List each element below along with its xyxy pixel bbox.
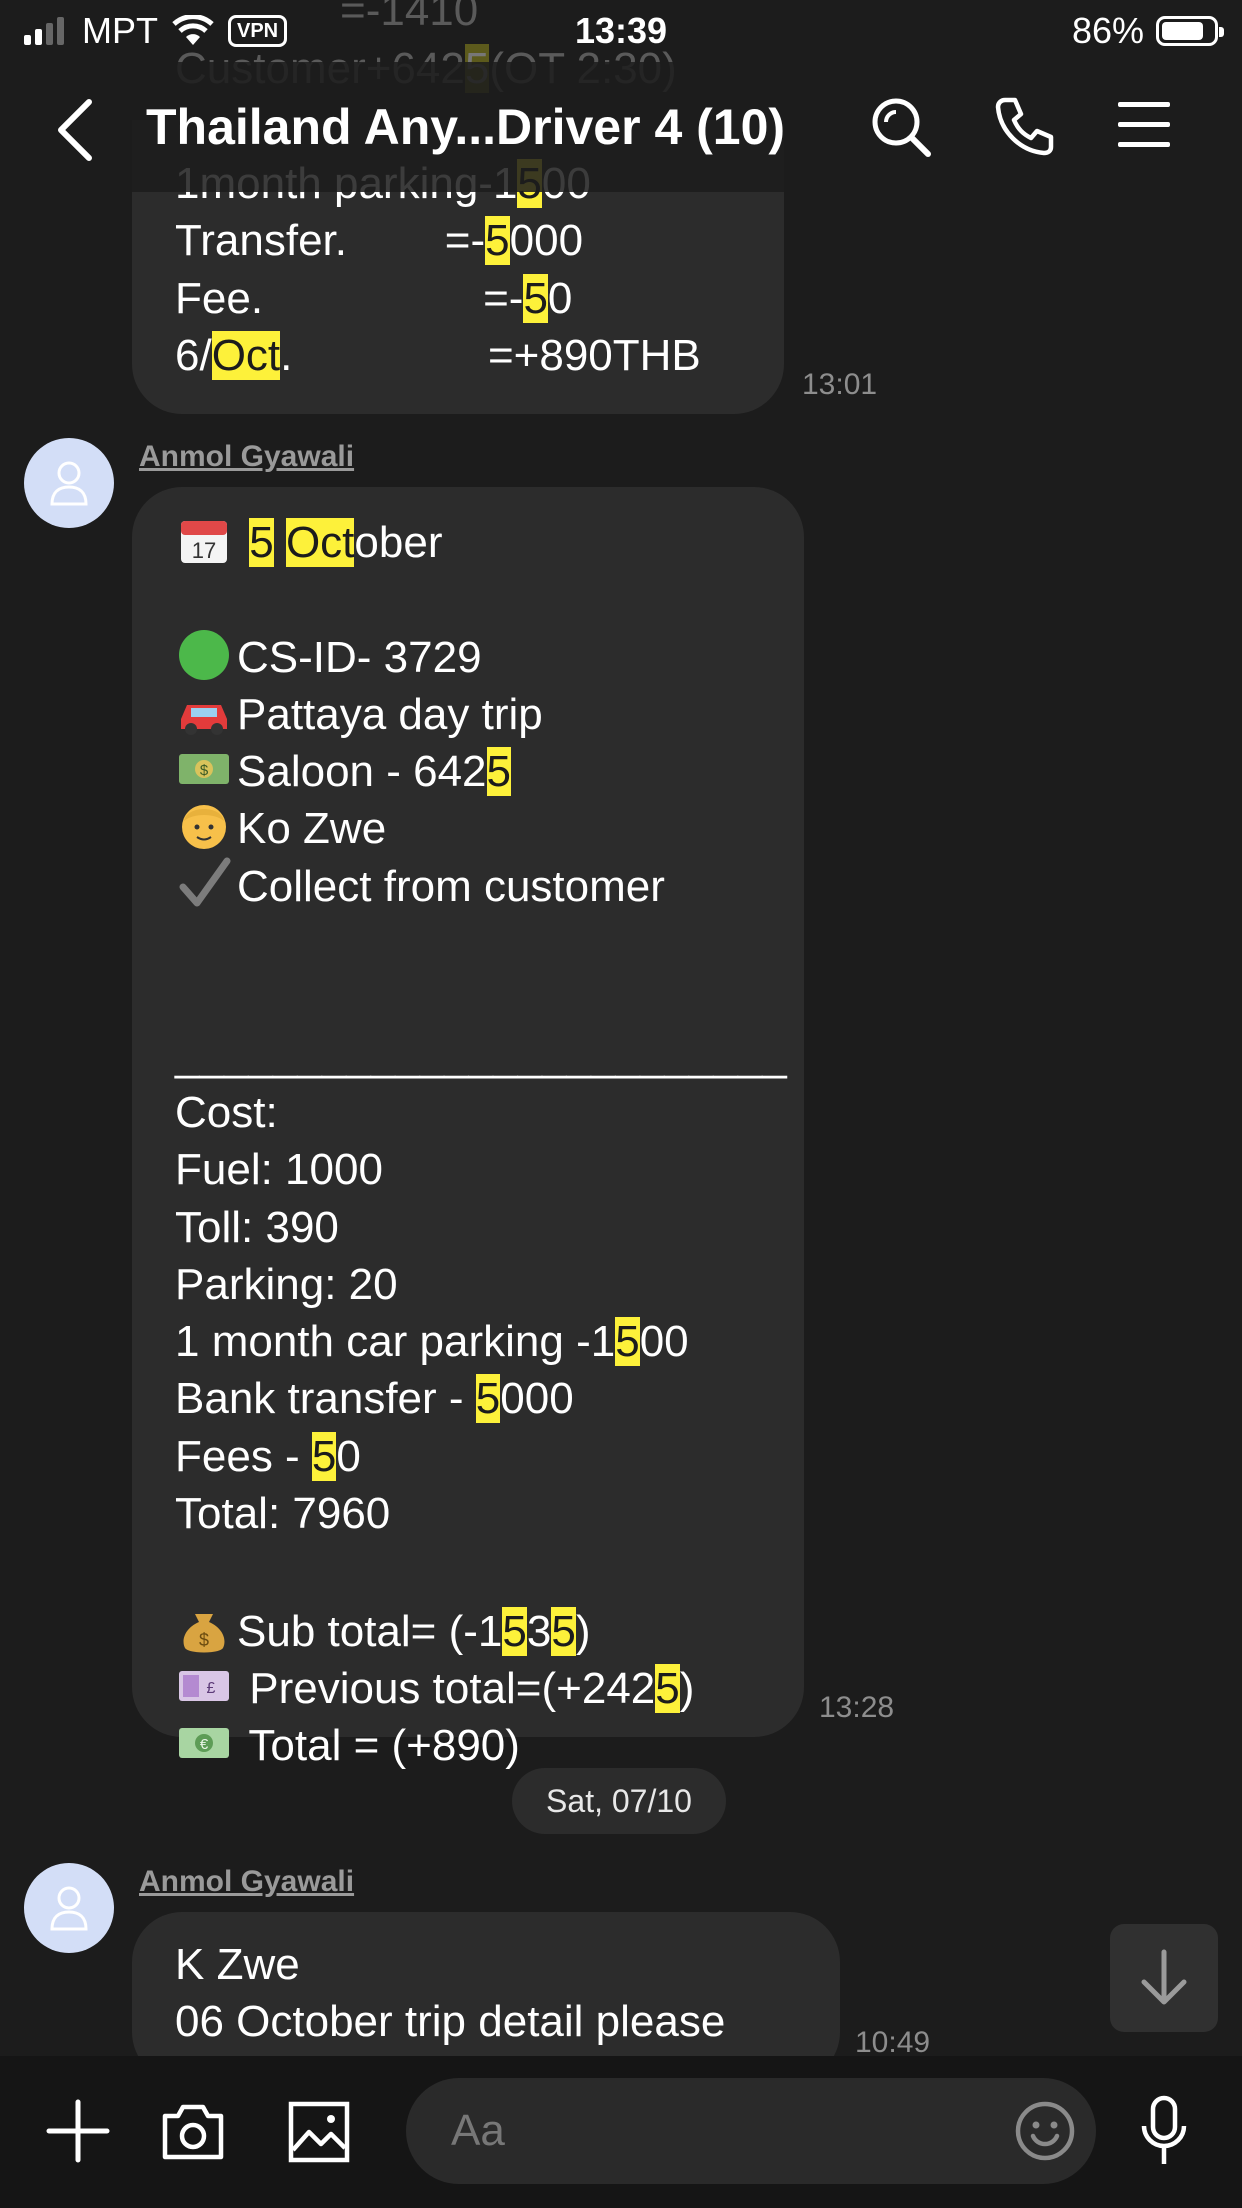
message-line (175, 568, 804, 625)
message-line (175, 1542, 804, 1599)
battery-percent: 86% (1071, 10, 1144, 51)
message-line (175, 969, 804, 1026)
person-icon (50, 461, 88, 506)
svg-text:€: € (200, 1736, 209, 1753)
pound-note-icon: £ (179, 1670, 229, 1701)
message-timestamp: 10:49 (855, 2026, 931, 2059)
message-bubble[interactable]: 17 5 October CS-ID- 3729 Pattaya day trip $… (132, 487, 804, 1770)
chat-title[interactable]: Thailand Any...Driver 4 (10) (146, 98, 785, 156)
svg-text:17: 17 (192, 538, 216, 563)
message-line: Collect from customer (175, 855, 804, 912)
message-timestamp: 13:28 (819, 1691, 895, 1724)
battery-icon (1156, 16, 1224, 46)
message-line: 06 October trip detail please (175, 1997, 726, 2047)
message-line: Fuel: 1000 (175, 1145, 383, 1195)
message-text: K Zwe 06 October trip detail please (175, 1936, 840, 2051)
search-highlight: 5 (551, 1606, 576, 1656)
composer-bar: Aa (0, 2056, 1242, 2208)
money-icon: $ (179, 754, 229, 785)
message-line: Parking: 20 (175, 1259, 398, 1309)
chat-header: Thailand Any...Driver 4 (10) (0, 62, 1242, 192)
message-line: Pattaya day trip (175, 683, 804, 740)
message-line: K Zwe (175, 1940, 300, 1989)
search-highlight: Oct (211, 330, 281, 380)
car-icon (181, 704, 227, 735)
status-time: 13:39 (574, 10, 668, 51)
emoji-icon[interactable] (1014, 2100, 1076, 2162)
search-highlight: 5 (486, 747, 512, 797)
scroll-to-bottom-button[interactable] (1110, 1924, 1218, 2032)
back-chevron-icon[interactable] (55, 98, 95, 162)
search-highlight: 5 (615, 1317, 640, 1367)
message-line: £ Previous total=(+2425) (175, 1657, 804, 1714)
search-highlight: 5 (311, 1431, 337, 1481)
search-highlight: 5 (249, 518, 274, 567)
message-line: Cost: (175, 1087, 278, 1137)
message-line: Fees - 50 (175, 1431, 361, 1481)
message-line: _________________________ (175, 1030, 787, 1080)
search-highlight: 5 (523, 273, 548, 323)
message-input[interactable]: Aa (406, 2078, 1096, 2184)
camera-icon[interactable] (160, 2102, 226, 2162)
search-icon[interactable] (870, 96, 934, 160)
message-line: Toll: 390 (175, 1202, 339, 1252)
money-bag-icon: $ (183, 1613, 225, 1653)
menu-icon[interactable] (1118, 102, 1170, 148)
search-highlight: 5 (655, 1663, 680, 1713)
message-line: $ Saloon - 6425 (175, 740, 804, 797)
microphone-icon[interactable] (1140, 2094, 1188, 2170)
message-line: Transfer. =-5000 (175, 216, 584, 266)
avatar[interactable] (24, 1863, 114, 1953)
message-input-placeholder: Aa (451, 2106, 505, 2155)
message-text: 17 5 October CS-ID- 3729 Pattaya day trip $… (175, 511, 804, 1772)
search-highlight: 5 (485, 216, 510, 266)
avatar[interactable] (24, 438, 114, 528)
image-icon[interactable] (287, 2100, 351, 2164)
message-line: Fee. =-50 (175, 273, 573, 323)
date-divider: Sat, 07/10 (512, 1768, 726, 1834)
status-bar: MPT VPN 13:39 86% (0, 0, 1242, 62)
sender-name[interactable]: Anmol Gyawali (139, 440, 354, 474)
search-highlight: 5 (475, 1374, 501, 1424)
euro-note-icon: € (179, 1728, 229, 1759)
message-line: € Total = (+890) (175, 1714, 804, 1771)
svg-text:$: $ (199, 1630, 209, 1650)
plus-icon[interactable] (45, 2098, 111, 2164)
phone-call-icon[interactable] (995, 96, 1055, 156)
message-line: Ko Zwe (175, 797, 804, 854)
sender-name[interactable]: Anmol Gyawali (139, 1865, 354, 1899)
message-line: Total: 7960 (175, 1489, 391, 1539)
message-line: 1 month car parking -1500 (175, 1317, 689, 1367)
message-line: $ Sub total= (-1535) (175, 1600, 804, 1657)
message-line: CS-ID- 3729 (175, 626, 804, 683)
message-line: 17 5 October (175, 511, 804, 568)
message-line: Bank transfer - 5000 (175, 1374, 574, 1424)
svg-text:$: $ (200, 762, 209, 779)
search-highlight: 5 (502, 1606, 527, 1656)
message-line: 6/Oct. =+890THB (175, 330, 701, 380)
message-timestamp: 13:01 (802, 368, 878, 401)
battery-level (1162, 22, 1203, 40)
person-icon (50, 1886, 88, 1931)
message-line (175, 912, 804, 969)
arrow-down-icon (1141, 1949, 1187, 2005)
person-icon (182, 805, 226, 850)
svg-text:£: £ (207, 1680, 216, 1697)
green-circle-icon (179, 629, 229, 680)
calendar-icon: 17 (181, 521, 227, 563)
search-highlight: Oct (285, 518, 355, 567)
check-icon (179, 857, 231, 907)
